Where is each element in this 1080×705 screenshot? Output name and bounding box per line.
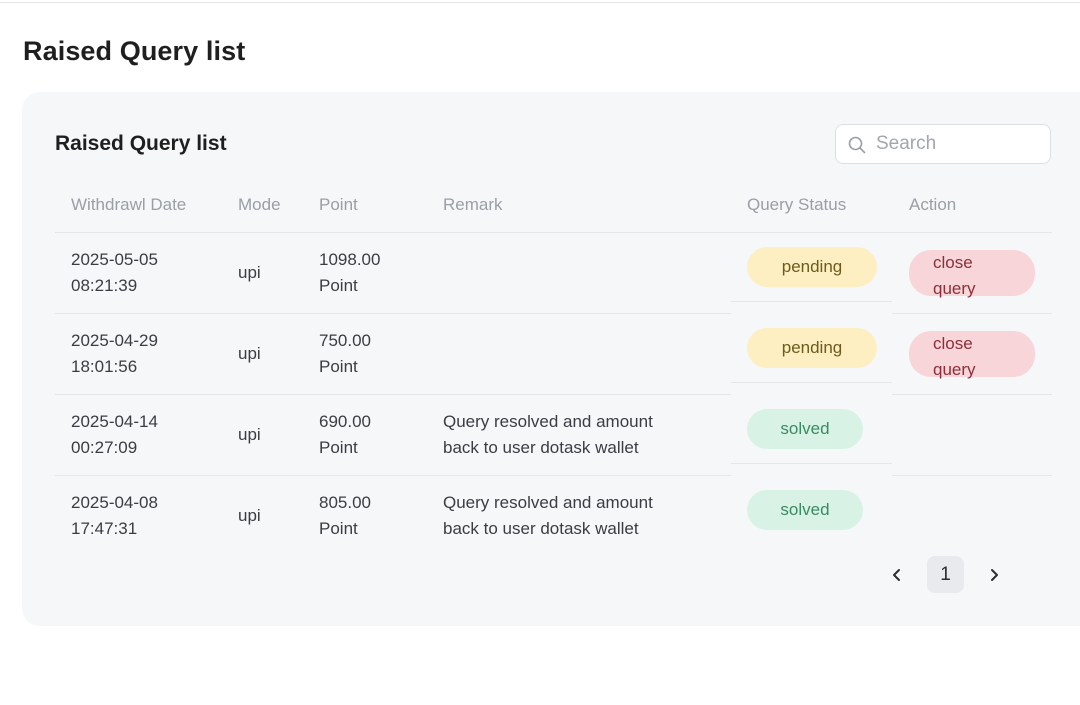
row-divider bbox=[731, 301, 892, 302]
page-button-current[interactable]: 1 bbox=[927, 556, 964, 593]
top-divider bbox=[0, 2, 1080, 3]
withdrawl-date-cell: 2025-04-29 18:01:56 bbox=[71, 331, 158, 376]
search-box[interactable] bbox=[835, 124, 1051, 164]
card-title: Raised Query list bbox=[55, 132, 227, 155]
header-remark[interactable]: Remark bbox=[443, 195, 503, 215]
row-divider bbox=[892, 394, 1052, 395]
status-badge-solved: solved bbox=[747, 409, 863, 449]
header-action[interactable]: Action bbox=[909, 195, 956, 215]
mode-cell: upi bbox=[238, 263, 261, 282]
remark-cell: Query resolved and amount back to user do… bbox=[443, 493, 653, 538]
page-title: Raised Query list bbox=[23, 36, 246, 66]
status-badge-pending: pending bbox=[747, 328, 877, 368]
row-divider bbox=[892, 313, 1052, 314]
point-cell: 1098.00 Point bbox=[319, 250, 381, 295]
header-point[interactable]: Point bbox=[319, 195, 358, 215]
row-divider bbox=[55, 394, 731, 395]
query-list-card: Raised Query list Withdrawl Date Mode Po… bbox=[22, 92, 1080, 626]
search-input[interactable] bbox=[876, 125, 1046, 163]
search-icon bbox=[848, 136, 866, 154]
point-cell: 690.00 Point bbox=[319, 412, 371, 457]
withdrawl-date-cell: 2025-05-05 08:21:39 bbox=[71, 250, 158, 295]
status-badge-pending: pending bbox=[747, 247, 877, 287]
row-divider bbox=[55, 475, 731, 476]
remark-cell: Query resolved and amount back to user do… bbox=[443, 412, 653, 457]
close-query-button[interactable]: close query bbox=[909, 250, 1035, 298]
point-cell: 750.00 Point bbox=[319, 331, 371, 376]
withdrawl-date-cell: 2025-04-14 00:27:09 bbox=[71, 412, 158, 457]
header-mode[interactable]: Mode bbox=[238, 195, 281, 215]
chevron-right-icon[interactable] bbox=[984, 565, 1004, 585]
row-divider bbox=[892, 475, 1052, 476]
header-divider bbox=[55, 232, 1052, 233]
mode-cell: upi bbox=[238, 425, 261, 444]
header-query-status[interactable]: Query Status bbox=[747, 195, 846, 215]
point-cell: 805.00 Point bbox=[319, 493, 371, 538]
header-withdrawl-date[interactable]: Withdrawl Date bbox=[71, 195, 186, 215]
mode-cell: upi bbox=[238, 344, 261, 363]
mode-cell: upi bbox=[238, 506, 261, 525]
row-divider bbox=[731, 382, 892, 383]
chevron-left-icon[interactable] bbox=[887, 565, 907, 585]
row-divider bbox=[55, 313, 731, 314]
close-query-button[interactable]: close query bbox=[909, 331, 1035, 379]
row-divider bbox=[731, 463, 892, 464]
withdrawl-date-cell: 2025-04-08 17:47:31 bbox=[71, 493, 158, 538]
status-badge-solved: solved bbox=[747, 490, 863, 530]
